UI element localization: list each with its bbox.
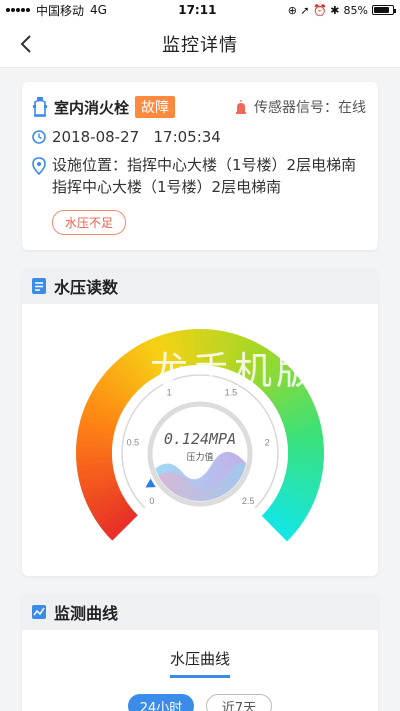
gauge-scale-label: 0.5 [127, 437, 140, 447]
range-7d-button[interactable]: 近7天 [206, 694, 272, 711]
alert-tag: 水压不足 [52, 210, 127, 235]
status-icons: ⊕ ➚ ⏰ ✱ [287, 3, 340, 17]
range-selector: 24小时 近7天 [22, 694, 378, 711]
sensor-signal: 传感器信号：在线 [254, 100, 366, 116]
curve-section-header: 监测曲线 [22, 594, 378, 630]
document-icon [32, 278, 46, 294]
alarm-icon [236, 100, 246, 114]
gauge-reading: 0.124MPA [164, 430, 236, 448]
gauge-scale-label: 0 [149, 496, 154, 506]
gauge-scale-label: 1 [167, 387, 172, 397]
nav-bar: 监控详情 [0, 20, 400, 68]
event-datetime: 2018-08-27 17:05:34 [52, 128, 221, 146]
pressure-section-header: 水压读数 [22, 268, 378, 304]
carrier-label: 中国移动 [36, 3, 85, 18]
status-time: 17:11 [178, 3, 217, 17]
battery-icon [371, 5, 396, 15]
pressure-gauge: 0 0.5 1 1.5 2 2.5 0.124MPA 压力值 龙手机版 I [22, 304, 378, 576]
status-right: ⊕ ➚ ⏰ ✱ 85% [287, 3, 396, 17]
page-title: 监控详情 [162, 34, 238, 56]
gauge-reading-label: 压力值 [186, 451, 213, 462]
tab-pressure-curve[interactable]: 水压曲线 [169, 648, 230, 678]
back-button[interactable] [14, 32, 38, 56]
signal-icon [6, 8, 30, 12]
gauge-scale-label: 1.5 [225, 387, 238, 397]
pressure-card: 水压读数 0 0.5 1 1.5 2 2.5 0.124MPA 压力值 龙手机版… [22, 268, 378, 576]
network-label: 4G [90, 3, 107, 17]
range-24h-button[interactable]: 24小时 [128, 694, 194, 711]
battery-percent: 85% [343, 3, 368, 17]
device-name: 室内消火栓 [54, 98, 130, 117]
gauge-svg: 0 0.5 1 1.5 2 2.5 0.124MPA 压力值 [76, 329, 324, 542]
location-pin-icon [32, 157, 46, 175]
hydrant-icon [33, 97, 47, 117]
status-left: 中国移动 4G [6, 2, 107, 19]
curve-card: 监测曲线 水压曲线 24小时 近7天 [22, 594, 378, 711]
clock-icon [32, 130, 46, 144]
pressure-section-title: 水压读数 [54, 278, 119, 297]
chevron-left-icon [20, 35, 31, 53]
device-info-card: 室内消火栓 故障 传感器信号：在线 2018-08-27 17:05:34 设施… [22, 82, 378, 250]
curve-section-title: 监测曲线 [54, 604, 119, 623]
facility-location: 设施位置：指挥中心大楼（1号楼）2层电梯南指挥中心大楼（1号楼）2层电梯南 [52, 156, 357, 196]
main-content: 室内消火栓 故障 传感器信号：在线 2018-08-27 17:05:34 设施… [0, 68, 400, 711]
status-badge: 故障 [135, 96, 176, 118]
line-chart-icon [32, 605, 46, 619]
gauge-scale-label: 2.5 [242, 496, 255, 506]
gauge-scale-label: 2 [265, 437, 270, 447]
status-bar: 中国移动 4G 17:11 ⊕ ➚ ⏰ ✱ 85% [0, 0, 400, 20]
